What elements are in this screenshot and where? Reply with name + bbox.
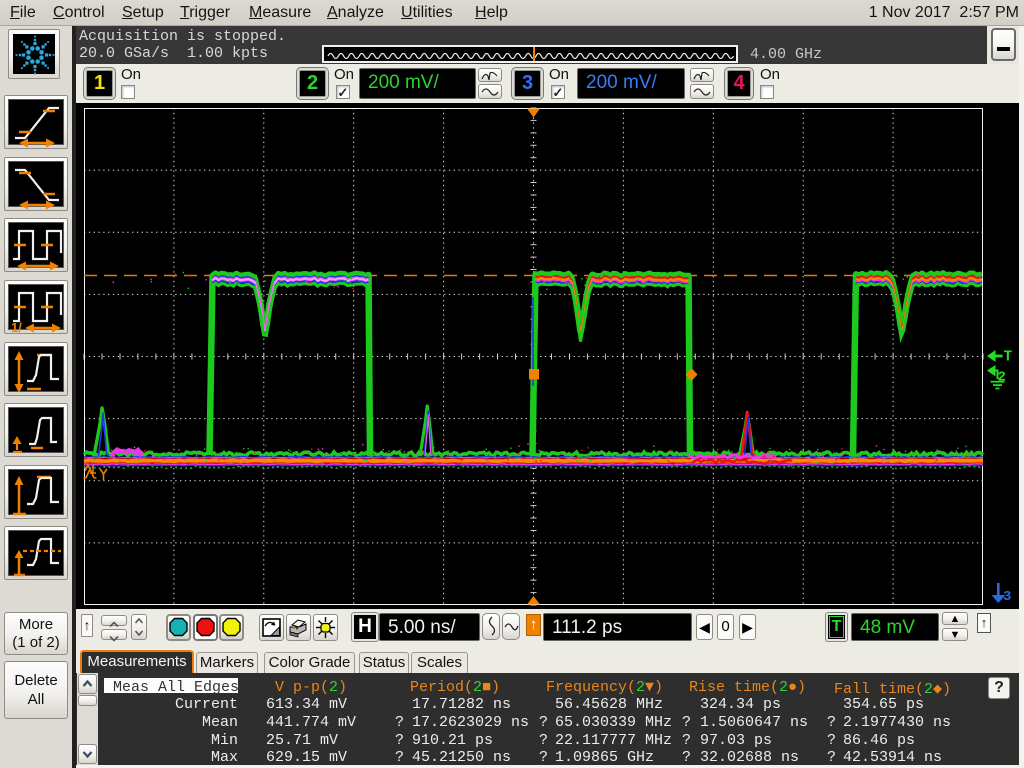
svg-text:3: 3 (1003, 589, 1011, 605)
svg-text:1/: 1/ (11, 320, 22, 333)
svg-text:2: 2 (998, 370, 1006, 386)
svg-text:T: T (1004, 350, 1013, 366)
